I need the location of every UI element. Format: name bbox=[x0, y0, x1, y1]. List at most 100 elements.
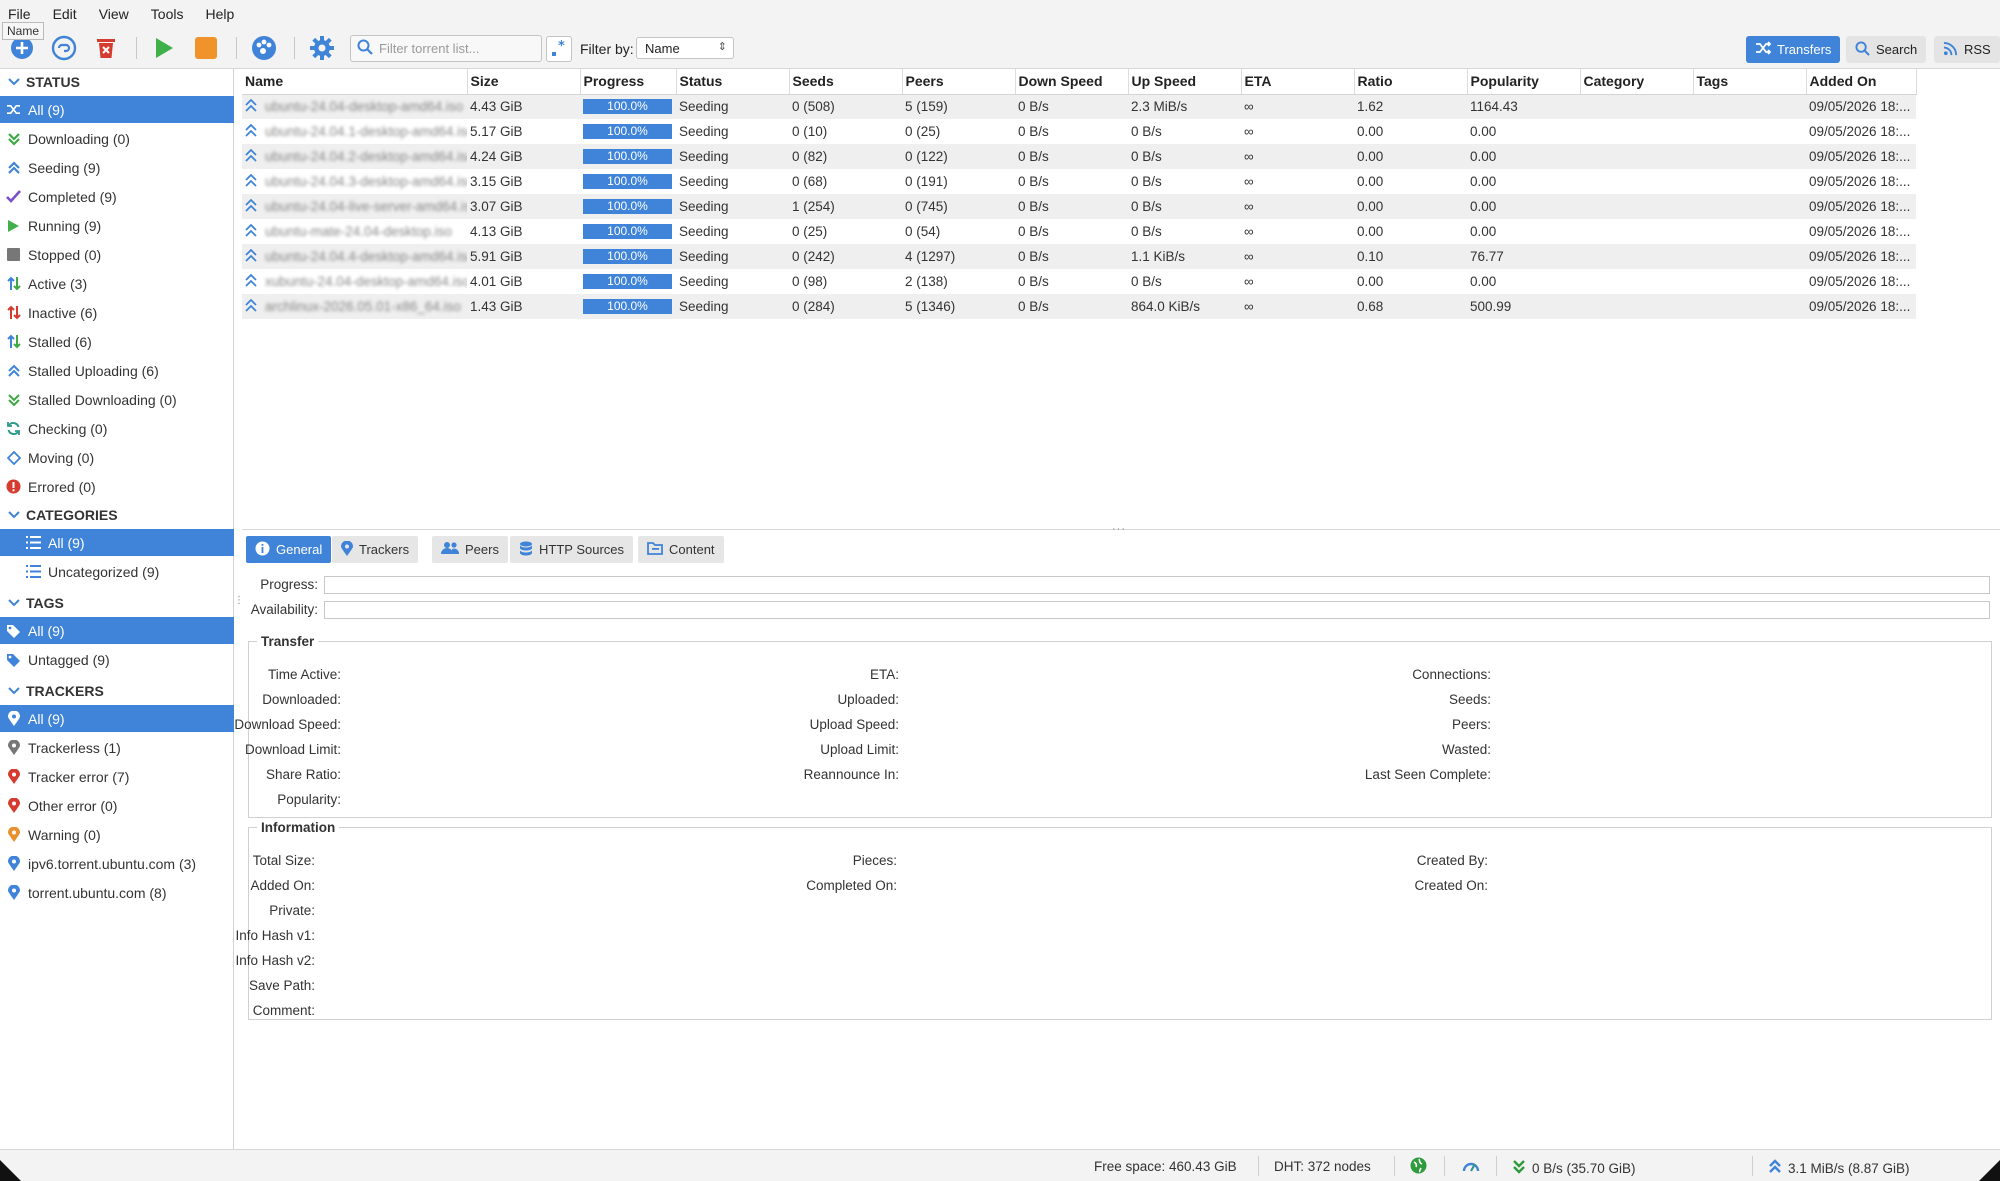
tracker-item-trackerless[interactable]: Trackerless (1) bbox=[0, 734, 234, 761]
column-header[interactable]: Down Speed bbox=[1015, 69, 1129, 95]
cell-up: 0 B/s bbox=[1128, 169, 1241, 194]
column-header[interactable]: Progress bbox=[580, 69, 677, 95]
delete-icon[interactable] bbox=[92, 34, 120, 62]
shuffle-icon bbox=[1755, 41, 1772, 58]
options-gear-icon[interactable] bbox=[308, 34, 336, 62]
tab-trackers[interactable]: Trackers bbox=[332, 536, 419, 563]
tracker-item-label: ipv6.torrent.ubuntu.com (3) bbox=[28, 855, 197, 872]
tags-header[interactable]: TAGS bbox=[0, 590, 234, 616]
column-header[interactable]: Seeds bbox=[789, 69, 903, 95]
menu-help[interactable]: Help bbox=[205, 6, 234, 22]
information-group: Information Total Size: Added On: Private:… bbox=[235, 820, 1992, 1020]
column-header[interactable]: ETA bbox=[1241, 69, 1355, 95]
category-item-uncategorized[interactable]: Uncategorized (9) bbox=[0, 558, 234, 585]
status-item-inactive[interactable]: Inactive (6) bbox=[0, 299, 234, 326]
add-torrent-link-icon[interactable] bbox=[50, 34, 78, 62]
status-item-active[interactable]: Active (3) bbox=[0, 270, 234, 297]
column-header[interactable]: Size bbox=[467, 69, 581, 95]
status-item-completed[interactable]: Completed (9) bbox=[0, 183, 234, 210]
alt-speed-icon[interactable] bbox=[1462, 1157, 1480, 1174]
table-row[interactable]: ubuntu-24.04.4-desktop-amd64.iso 5.91 GiB… bbox=[242, 244, 1916, 269]
table-row[interactable]: ubuntu-24.04-live-server-amd64.iso 3.07 G… bbox=[242, 194, 1916, 219]
tracker-item-all[interactable]: All (9) bbox=[0, 705, 234, 732]
tab-label: Peers bbox=[465, 542, 499, 557]
menu-tools[interactable]: Tools bbox=[151, 6, 184, 22]
seeding-state-icon bbox=[245, 148, 257, 165]
sidebar-resize-handle[interactable]: ⋮ bbox=[234, 595, 244, 619]
torrent-name: ubuntu-24.04.2-desktop-amd64.iso bbox=[265, 149, 467, 164]
column-header[interactable]: Ratio bbox=[1354, 69, 1468, 95]
cell-category bbox=[1580, 194, 1693, 219]
status-item-seeding[interactable]: Seeding (9) bbox=[0, 154, 234, 181]
search-button[interactable]: Search bbox=[1846, 36, 1927, 63]
table-row[interactable]: ubuntu-24.04.3-desktop-amd64.iso 3.15 GiB… bbox=[242, 169, 1916, 194]
menu-view[interactable]: View bbox=[99, 6, 129, 22]
pause-icon[interactable] bbox=[192, 34, 220, 62]
status-item-stalled[interactable]: Stalled (6) bbox=[0, 328, 234, 355]
trackers-header[interactable]: TRACKERS bbox=[0, 678, 234, 704]
category-item-all[interactable]: All (9) bbox=[0, 529, 234, 556]
cell-name: ubuntu-24.04.1-desktop-amd64.iso bbox=[242, 119, 467, 144]
filter-by-select[interactable]: Name ⇕ bbox=[636, 37, 734, 59]
cell-up: 0 B/s bbox=[1128, 144, 1241, 169]
seeding-state-icon bbox=[245, 98, 257, 115]
table-row[interactable]: ubuntu-24.04.2-desktop-amd64.iso 4.24 GiB… bbox=[242, 144, 1916, 169]
column-header[interactable]: Tags bbox=[1693, 69, 1807, 95]
status-item-stopped[interactable]: Stopped (0) bbox=[0, 241, 234, 268]
tracker-item-ipv6-ubuntu[interactable]: ipv6.torrent.ubuntu.com (3) bbox=[0, 850, 234, 877]
table-row[interactable]: ubuntu-mate-24.04-desktop.iso 4.13 GiB 100… bbox=[242, 219, 1916, 244]
field-label: Total Size: bbox=[252, 853, 315, 868]
tag-item-all[interactable]: All (9) bbox=[0, 617, 234, 644]
cell-down: 0 B/s bbox=[1015, 94, 1128, 119]
transfers-button[interactable]: Transfers bbox=[1746, 36, 1841, 63]
regex-toggle-button[interactable]: * bbox=[546, 36, 572, 62]
column-header[interactable]: Up Speed bbox=[1128, 69, 1242, 95]
table-row[interactable]: ubuntu-24.04-desktop-amd64.iso 4.43 GiB 10… bbox=[242, 94, 1916, 119]
tab-content[interactable]: Content bbox=[638, 536, 724, 563]
filter-torrent-input[interactable] bbox=[379, 41, 539, 56]
status-item-all[interactable]: All (9) bbox=[0, 96, 234, 123]
tracker-item-label: torrent.ubuntu.com (8) bbox=[28, 884, 167, 901]
cell-popularity: 0.00 bbox=[1467, 144, 1580, 169]
cell-seeds: 0 (82) bbox=[789, 144, 902, 169]
status-item-checking[interactable]: Checking (0) bbox=[0, 415, 234, 442]
status-item-moving[interactable]: Moving (0) bbox=[0, 444, 234, 471]
cell-name: ubuntu-mate-24.04-desktop.iso bbox=[242, 219, 467, 244]
connection-status-icon[interactable] bbox=[1410, 1157, 1427, 1174]
column-header[interactable]: Status bbox=[676, 69, 790, 95]
column-header[interactable]: Popularity bbox=[1467, 69, 1581, 95]
users-icon bbox=[441, 541, 460, 558]
tag-item-untagged[interactable]: Untagged (9) bbox=[0, 646, 234, 673]
tab-general[interactable]: General bbox=[246, 536, 332, 563]
table-row[interactable]: archlinux-2026.05.01-x86_64.iso 1.43 GiB 1… bbox=[242, 294, 1916, 319]
column-header[interactable]: Name bbox=[242, 69, 468, 95]
rss-button[interactable]: RSS bbox=[1934, 36, 2000, 63]
menu-file[interactable]: File bbox=[8, 6, 31, 22]
status-item-running[interactable]: Running (9) bbox=[0, 212, 234, 239]
tab-peers[interactable]: Peers bbox=[432, 536, 508, 563]
status-item-downloading[interactable]: Downloading (0) bbox=[0, 125, 234, 152]
categories-header[interactable]: CATEGORIES bbox=[0, 502, 234, 528]
status-item-label: Moving (0) bbox=[28, 449, 95, 466]
speed-limits-icon[interactable] bbox=[250, 34, 278, 62]
column-header[interactable]: Category bbox=[1580, 69, 1694, 95]
table-row[interactable]: ubuntu-24.04.1-desktop-amd64.iso 5.17 GiB… bbox=[242, 119, 1916, 144]
cell-tags bbox=[1693, 94, 1806, 119]
status-header[interactable]: STATUS bbox=[0, 69, 234, 95]
cell-peers: 0 (191) bbox=[902, 169, 1015, 194]
column-header[interactable]: Added On bbox=[1806, 69, 1917, 95]
resume-icon[interactable] bbox=[150, 34, 178, 62]
cell-name: ubuntu-24.04-live-server-amd64.iso bbox=[242, 194, 467, 219]
menu-edit[interactable]: Edit bbox=[53, 6, 77, 22]
cell-progress: 100.0% bbox=[580, 244, 676, 269]
status-item-errored[interactable]: Errored (0) bbox=[0, 473, 234, 500]
column-header[interactable]: Peers bbox=[902, 69, 1016, 95]
table-row[interactable]: xubuntu-24.04-desktop-amd64.iso 4.01 GiB 1… bbox=[242, 269, 1916, 294]
tracker-item-other-error[interactable]: Other error (0) bbox=[0, 792, 234, 819]
tracker-item-ubuntu[interactable]: torrent.ubuntu.com (8) bbox=[0, 879, 234, 906]
status-item-stalled-uploading[interactable]: Stalled Uploading (6) bbox=[0, 357, 234, 384]
tracker-item-tracker-error[interactable]: Tracker error (7) bbox=[0, 763, 234, 790]
tracker-item-warning[interactable]: Warning (0) bbox=[0, 821, 234, 848]
status-item-stalled-downloading[interactable]: Stalled Downloading (0) bbox=[0, 386, 234, 413]
tab-http-sources[interactable]: HTTP Sources bbox=[510, 536, 634, 563]
